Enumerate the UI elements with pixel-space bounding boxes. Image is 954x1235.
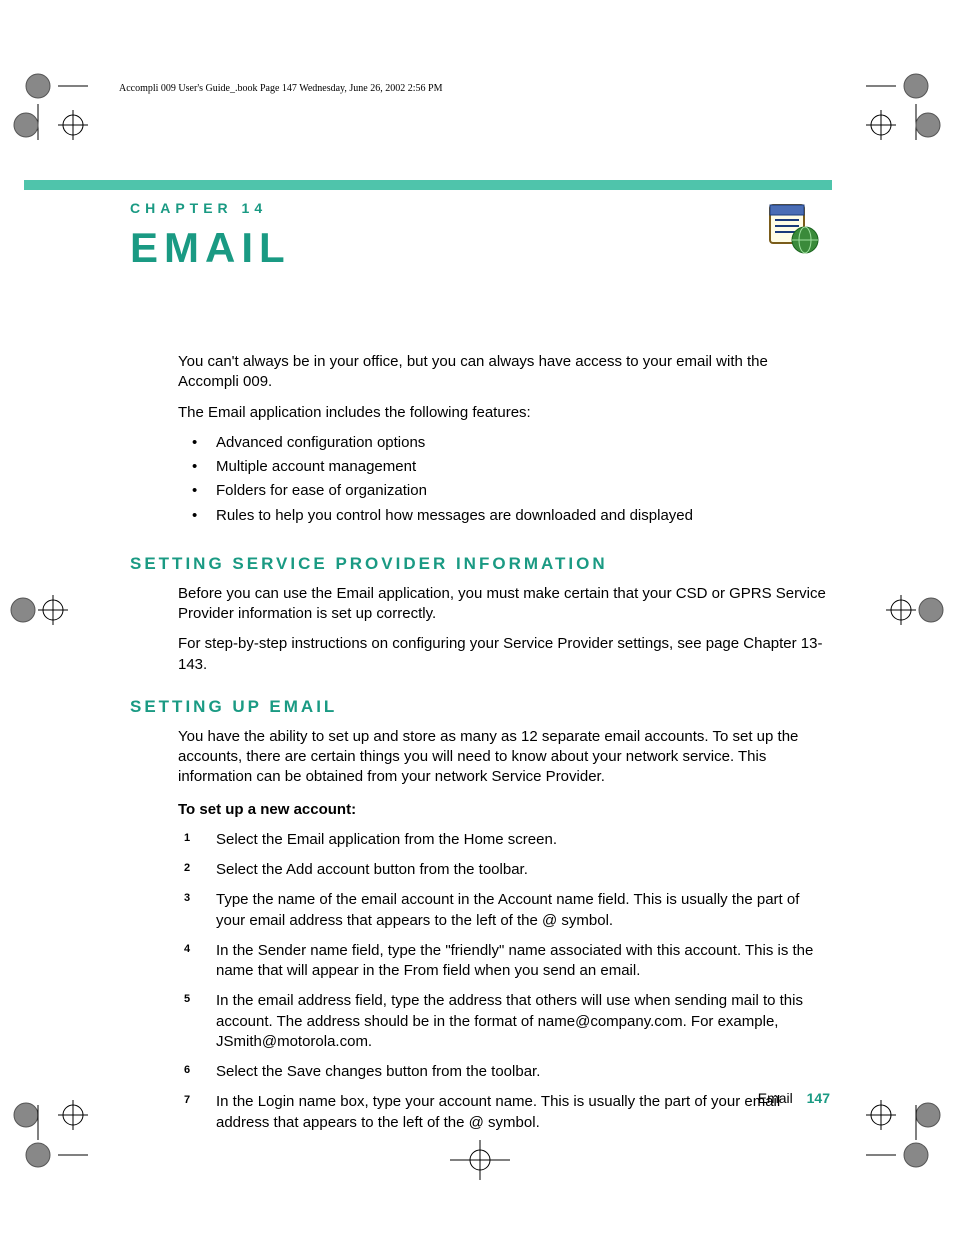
body-paragraph: You have the ability to set up and store… xyxy=(178,727,830,788)
email-globe-icon xyxy=(765,200,820,255)
list-item: 4In the Sender name field, type the "fri… xyxy=(178,941,830,982)
step-text: Type the name of the email account in th… xyxy=(216,891,799,928)
section-heading: SETTING SERVICE PROVIDER INFORMATION xyxy=(130,554,830,574)
crop-mark-icon xyxy=(8,1095,88,1175)
procedure-list: 1Select the Email application from the H… xyxy=(178,830,830,1133)
body-paragraph: Before you can use the Email application… xyxy=(178,584,830,625)
crop-mark-icon xyxy=(866,1095,946,1175)
procedure-label: To set up a new account: xyxy=(178,800,830,820)
step-text: Select the Email application from the Ho… xyxy=(216,831,557,848)
chapter-label: CHAPTER 14 xyxy=(130,200,830,216)
chapter-divider-bar xyxy=(24,180,832,190)
step-text: Select the Add account button from the t… xyxy=(216,861,528,878)
list-item: Rules to help you control how messages a… xyxy=(178,506,830,526)
chapter-title: EMAIL xyxy=(130,224,830,272)
crop-mark-icon xyxy=(440,1140,520,1180)
list-item: Advanced configuration options xyxy=(178,433,830,453)
crop-mark-icon xyxy=(866,70,946,150)
list-item: 5In the email address field, type the ad… xyxy=(178,991,830,1052)
step-text: In the email address field, type the add… xyxy=(216,992,803,1050)
intro-paragraph: The Email application includes the follo… xyxy=(178,403,830,423)
body-paragraph: For step-by-step instructions on configu… xyxy=(178,634,830,675)
step-text: Select the Save changes button from the … xyxy=(216,1063,540,1080)
feature-list: Advanced configuration options Multiple … xyxy=(178,433,830,526)
crop-mark-icon xyxy=(8,590,68,630)
section-heading: SETTING UP EMAIL xyxy=(130,697,830,717)
step-text: In the Sender name field, type the "frie… xyxy=(216,942,813,979)
list-item: Multiple account management xyxy=(178,457,830,477)
intro-paragraph: You can't always be in your office, but … xyxy=(178,352,830,393)
page-footer: Email 147 xyxy=(130,1090,830,1106)
list-item: 3Type the name of the email account in t… xyxy=(178,890,830,931)
list-item: Folders for ease of organization xyxy=(178,481,830,501)
list-item: 6Select the Save changes button from the… xyxy=(178,1062,830,1082)
crop-mark-icon xyxy=(886,590,946,630)
footer-page-number: 147 xyxy=(807,1090,830,1106)
list-item: 1Select the Email application from the H… xyxy=(178,830,830,850)
footer-section-label: Email xyxy=(758,1090,793,1106)
page-header-meta: Accompli 009 User's Guide_.book Page 147… xyxy=(119,83,442,94)
crop-mark-icon xyxy=(8,70,88,150)
list-item: 2Select the Add account button from the … xyxy=(178,860,830,880)
